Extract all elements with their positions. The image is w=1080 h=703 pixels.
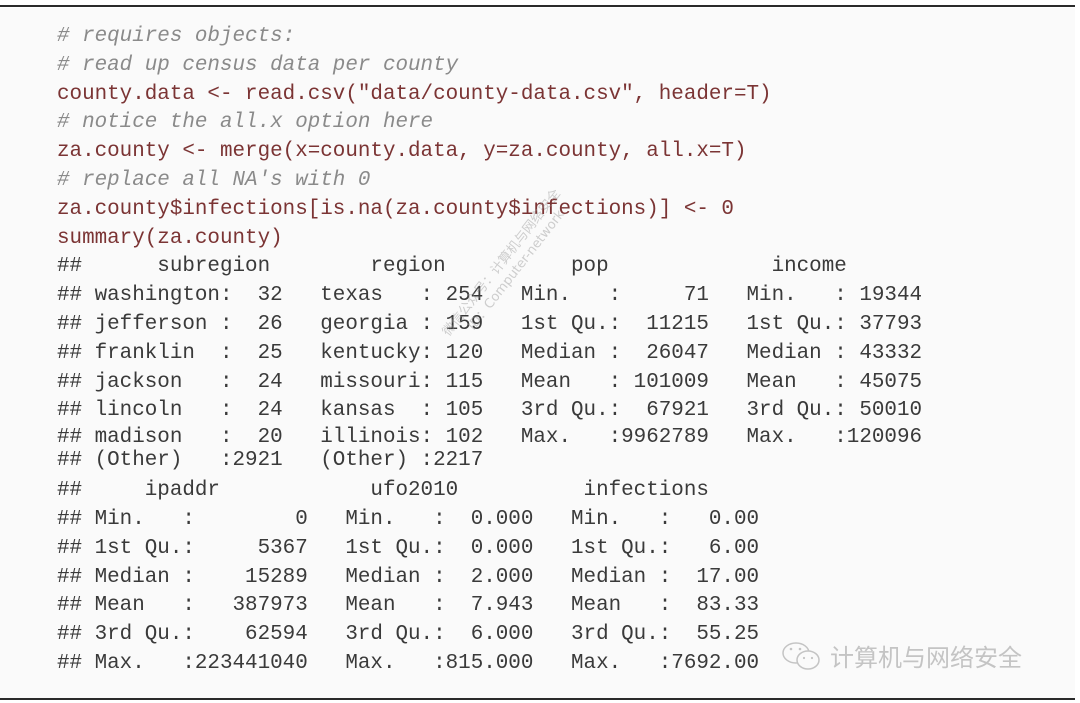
code-line: summary(za.county) xyxy=(57,226,283,250)
output-row: ## franklin : 25 kentucky: 120 Median : … xyxy=(57,341,923,365)
output-row: ## jackson : 24 missouri: 115 Mean : 101… xyxy=(57,370,923,394)
watermark: 计算机与网络安全 xyxy=(780,638,1022,673)
code-comment: # read up census data per county xyxy=(57,53,459,77)
top-rule xyxy=(0,5,1075,7)
code-listing: # requires objects: # read up census data… xyxy=(57,23,922,679)
code-comment: # requires objects: xyxy=(57,25,296,48)
output-row: ## Min. : 0 Min. : 0.000 Min. : 0.00 xyxy=(57,507,760,531)
output-row: ## Mean : 387973 Mean : 7.943 Mean : 83.… xyxy=(57,594,760,618)
output-header: ## ipaddr ufo2010 infections xyxy=(57,479,709,503)
code-line: za.county$infections[is.na(za.county$inf… xyxy=(57,197,734,221)
code-comment: # notice the all.x option here xyxy=(57,111,434,135)
wechat-icon xyxy=(782,641,820,670)
watermark-text: 计算机与网络安全 xyxy=(830,644,1022,672)
code-line: county.data <- read.csv("data/county-dat… xyxy=(57,82,772,106)
output-row: ## (Other) :2921 (Other) :2217 xyxy=(57,449,484,473)
output-row: ## madison : 20 illinois: 102 Max. :9962… xyxy=(57,426,923,450)
code-line: za.county <- merge(x=county.data, y=za.c… xyxy=(57,140,747,164)
output-row: ## Median : 15289 Median : 2.000 Median … xyxy=(57,565,760,589)
code-comment: # replace all NA's with 0 xyxy=(57,168,371,192)
output-row: ## 1st Qu.: 5367 1st Qu.: 0.000 1st Qu.:… xyxy=(57,536,760,560)
bottom-rule xyxy=(0,698,1075,700)
output-row: ## lincoln : 24 kansas : 105 3rd Qu.: 67… xyxy=(57,399,923,423)
